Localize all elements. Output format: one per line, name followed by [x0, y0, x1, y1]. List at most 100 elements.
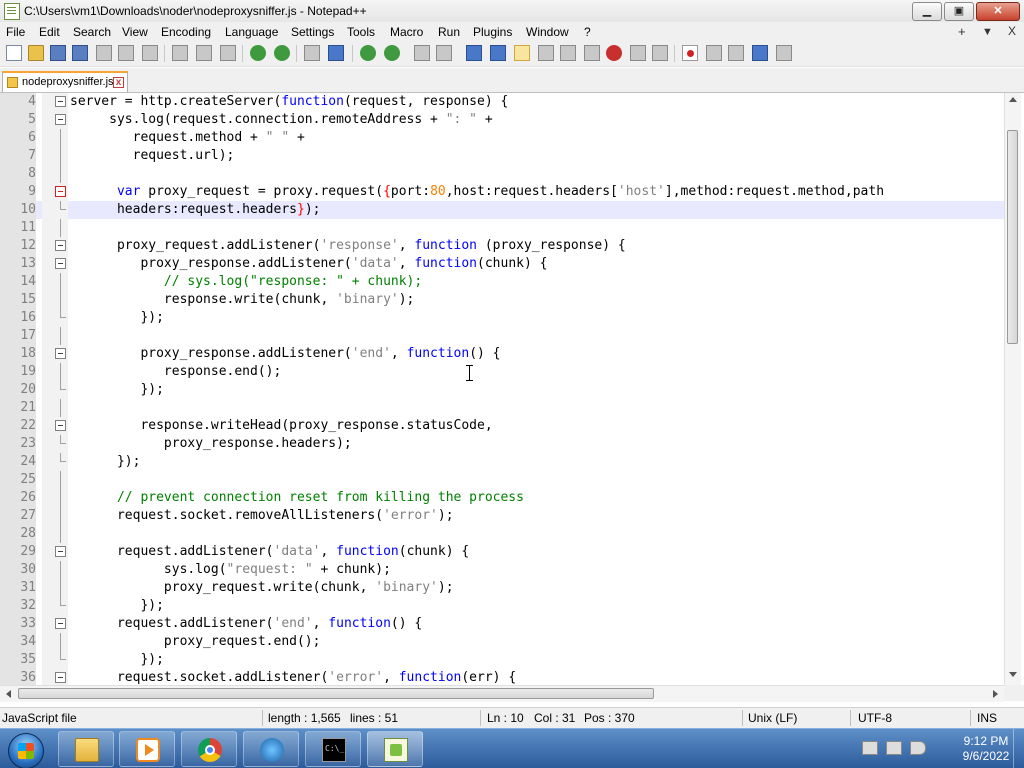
code-line[interactable]: 17: [0, 327, 1004, 345]
cut-icon[interactable]: [172, 45, 188, 61]
code-line[interactable]: 32 });: [0, 597, 1004, 615]
zoom-out-icon[interactable]: [384, 45, 400, 61]
taskbar-explorer[interactable]: [58, 731, 114, 767]
taskbar-app-k[interactable]: [243, 731, 299, 767]
code-line[interactable]: 27 request.socket.removeAllListeners('er…: [0, 507, 1004, 525]
code-line[interactable]: 15 response.write(chunk, 'binary');: [0, 291, 1004, 309]
tab-nodeproxysniffer[interactable]: nodeproxysniffer.js x: [2, 71, 128, 92]
show-desktop-button[interactable]: [1013, 729, 1024, 768]
find-icon[interactable]: [304, 45, 320, 61]
close-button[interactable]: ✕: [976, 2, 1020, 21]
system-clock[interactable]: 9:12 PM 9/6/2022: [956, 734, 1016, 764]
code-line[interactable]: 36 request.socket.addListener('error', f…: [0, 669, 1004, 685]
code-editor[interactable]: 4 server = http.createServer(function(req…: [0, 93, 1004, 685]
close-all-icon[interactable]: [118, 45, 134, 61]
vertical-scrollbar[interactable]: [1004, 93, 1021, 685]
zoom-in-icon[interactable]: [360, 45, 376, 61]
code-line[interactable]: 24 });: [0, 453, 1004, 471]
function-list-icon[interactable]: [584, 45, 600, 61]
save-icon[interactable]: [50, 45, 66, 61]
network-icon[interactable]: [886, 741, 902, 755]
play-macro-icon[interactable]: [728, 45, 744, 61]
scroll-up-icon[interactable]: [1009, 97, 1017, 102]
fold-toggle-icon[interactable]: [55, 618, 66, 629]
close-document-icon[interactable]: X: [1008, 24, 1016, 38]
folder-as-workspace-icon[interactable]: [606, 45, 622, 61]
undo-icon[interactable]: [250, 45, 266, 61]
menu-encoding[interactable]: Encoding: [161, 25, 211, 39]
fold-toggle-icon[interactable]: [55, 114, 66, 125]
code-line[interactable]: 10 headers:request.headers});: [0, 201, 1004, 219]
code-line[interactable]: 33 request.addListener('end', function()…: [0, 615, 1004, 633]
code-line[interactable]: 23 proxy_response.headers);: [0, 435, 1004, 453]
status-insert-mode[interactable]: INS: [977, 711, 997, 725]
close-icon[interactable]: [96, 45, 112, 61]
sync-horizontal-icon[interactable]: [436, 45, 452, 61]
action-center-icon[interactable]: [862, 741, 878, 755]
save-macro-icon[interactable]: [776, 45, 792, 61]
code-line[interactable]: 9 var proxy_request = proxy.request({por…: [0, 183, 1004, 201]
horizontal-scroll-thumb[interactable]: [18, 688, 654, 699]
code-line[interactable]: 26 // prevent connection reset from kill…: [0, 489, 1004, 507]
fold-toggle-icon[interactable]: [55, 546, 66, 557]
fold-toggle-icon[interactable]: [55, 258, 66, 269]
fold-toggle-icon[interactable]: [55, 186, 66, 197]
code-line[interactable]: 16 });: [0, 309, 1004, 327]
new-tab-plus-icon[interactable]: +: [958, 24, 966, 39]
menu-language[interactable]: Language: [225, 25, 278, 39]
print-icon[interactable]: [142, 45, 158, 61]
menu-macro[interactable]: Macro: [390, 25, 423, 39]
status-encoding[interactable]: UTF-8: [858, 711, 892, 725]
code-line[interactable]: 6 request.method + " " +: [0, 129, 1004, 147]
menu-edit[interactable]: Edit: [39, 25, 60, 39]
code-line[interactable]: 31 proxy_request.write(chunk, 'binary');: [0, 579, 1004, 597]
code-line[interactable]: 19 response.end();: [0, 363, 1004, 381]
code-line[interactable]: 20 });: [0, 381, 1004, 399]
scroll-right-icon[interactable]: [993, 690, 998, 698]
code-line[interactable]: 29 request.addListener('data', function(…: [0, 543, 1004, 561]
fold-toggle-icon[interactable]: [55, 672, 66, 683]
scroll-left-icon[interactable]: [6, 690, 11, 698]
paste-icon[interactable]: [220, 45, 236, 61]
word-wrap-icon[interactable]: [466, 45, 482, 61]
minimize-button[interactable]: ▁: [912, 2, 942, 21]
code-line[interactable]: 35 });: [0, 651, 1004, 669]
stop-recording-icon[interactable]: [706, 45, 722, 61]
code-line[interactable]: 5 sys.log(request.connection.remoteAddre…: [0, 111, 1004, 129]
maximize-button[interactable]: ▣: [944, 2, 974, 21]
code-line[interactable]: 25: [0, 471, 1004, 489]
menu-tools[interactable]: Tools: [347, 25, 375, 39]
code-line[interactable]: 21: [0, 399, 1004, 417]
taskbar-media-player[interactable]: [119, 731, 175, 767]
tab-list-down-icon[interactable]: ▼: [982, 26, 993, 38]
horizontal-scrollbar[interactable]: [0, 685, 1004, 702]
record-macro-icon[interactable]: [682, 45, 698, 61]
fold-toggle-icon[interactable]: [55, 348, 66, 359]
status-eol[interactable]: Unix (LF): [748, 711, 797, 725]
view-icon[interactable]: [652, 45, 668, 61]
save-all-icon[interactable]: [72, 45, 88, 61]
menu-settings[interactable]: Settings: [291, 25, 334, 39]
code-line[interactable]: 13 proxy_response.addListener('data', fu…: [0, 255, 1004, 273]
fold-toggle-icon[interactable]: [55, 240, 66, 251]
fold-toggle-icon[interactable]: [55, 420, 66, 431]
scroll-down-icon[interactable]: [1009, 672, 1017, 677]
taskbar-cmd[interactable]: [305, 731, 361, 767]
code-line[interactable]: 8: [0, 165, 1004, 183]
open-file-icon[interactable]: [28, 45, 44, 61]
code-line[interactable]: 11: [0, 219, 1004, 237]
code-line[interactable]: 12 proxy_request.addListener('response',…: [0, 237, 1004, 255]
code-line[interactable]: 22 response.writeHead(proxy_response.sta…: [0, 417, 1004, 435]
sync-vertical-icon[interactable]: [414, 45, 430, 61]
replace-icon[interactable]: [328, 45, 344, 61]
menu-run[interactable]: Run: [438, 25, 460, 39]
copy-icon[interactable]: [196, 45, 212, 61]
fold-toggle-icon[interactable]: [55, 96, 66, 107]
tab-close-icon[interactable]: x: [113, 77, 124, 88]
taskbar-notepad-plus-plus[interactable]: [367, 731, 423, 767]
indent-guide-icon[interactable]: [514, 45, 530, 61]
taskbar-chrome[interactable]: [181, 731, 237, 767]
run-macro-multiple-icon[interactable]: [752, 45, 768, 61]
code-line[interactable]: 30 sys.log("request: " + chunk);: [0, 561, 1004, 579]
vertical-scroll-thumb[interactable]: [1007, 130, 1018, 344]
